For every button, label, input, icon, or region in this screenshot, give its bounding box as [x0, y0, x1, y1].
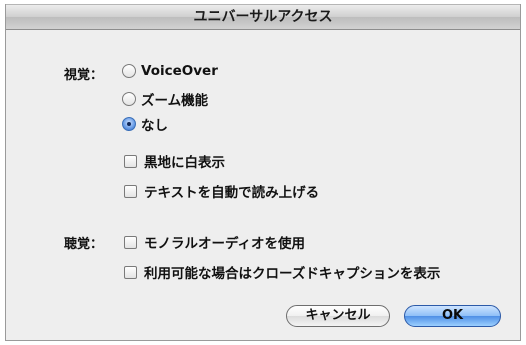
radio-none[interactable]: なし — [122, 114, 168, 134]
radio-button-selected[interactable] — [122, 117, 136, 131]
dialog-content: 視覚： VoiceOver ズーム機能 なし 黒地に白表示 テキストを自動で読み… — [6, 30, 520, 340]
checkbox-mono-audio[interactable]: モノラルオーディオを使用 — [124, 232, 305, 252]
universal-access-dialog: ユニバーサルアクセス 視覚： VoiceOver ズーム機能 なし 黒地に白表示… — [5, 4, 521, 341]
checkbox[interactable] — [124, 265, 137, 279]
ok-button[interactable]: OK — [404, 305, 501, 327]
radio-button[interactable] — [122, 92, 136, 106]
radio-zoom-label: ズーム機能 — [141, 93, 209, 109]
checkbox-white-on-black-label: 黒地に白表示 — [144, 155, 225, 171]
checkbox-mono-audio-label: モノラルオーディオを使用 — [144, 236, 306, 252]
vision-section-label: 視覚： — [64, 68, 104, 83]
radio-zoom[interactable]: ズーム機能 — [122, 89, 208, 109]
radio-button[interactable] — [122, 64, 136, 78]
checkbox-closed-captions[interactable]: 利用可能な場合はクローズドキャプションを表示 — [124, 262, 440, 282]
hearing-section-label: 聴覚： — [64, 237, 104, 252]
dialog-title: ユニバーサルアクセス — [6, 4, 520, 30]
checkbox-white-on-black[interactable]: 黒地に白表示 — [124, 151, 225, 171]
checkbox-speak-text-label: テキストを自動で読み上げる — [144, 185, 320, 201]
checkbox[interactable] — [124, 184, 137, 198]
checkbox[interactable] — [124, 235, 137, 249]
radio-voiceover[interactable]: VoiceOver — [122, 63, 218, 79]
checkbox[interactable] — [124, 154, 137, 168]
cancel-button[interactable]: キャンセル — [286, 305, 390, 327]
checkbox-speak-text[interactable]: テキストを自動で読み上げる — [124, 181, 319, 201]
radio-none-label: なし — [141, 118, 168, 134]
radio-voiceover-label: VoiceOver — [141, 63, 218, 79]
checkbox-closed-captions-label: 利用可能な場合はクローズドキャプションを表示 — [144, 266, 441, 282]
